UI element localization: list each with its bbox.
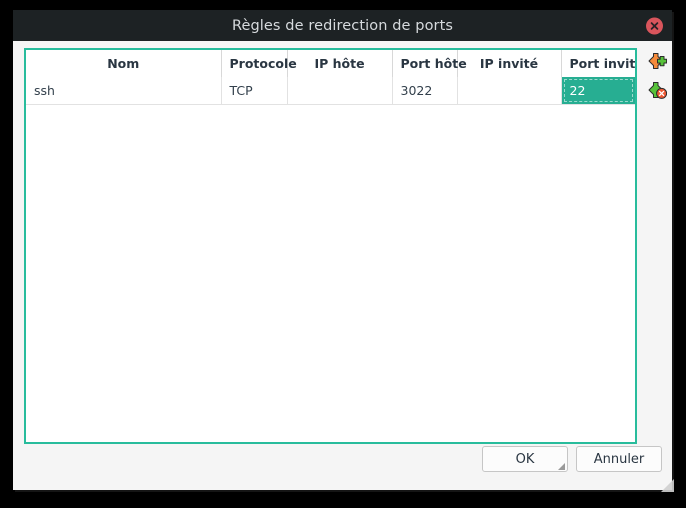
close-icon [649,20,660,31]
cell-ip-hote[interactable] [287,77,393,105]
column-header-protocole[interactable]: Protocole [221,50,297,77]
add-rule-button[interactable] [646,50,668,72]
window-title: Règles de redirection de ports [231,17,454,34]
remove-rule-icon [647,80,667,100]
rules-table-container[interactable]: Nom Protocole IP hôte Port hôte IP invit… [24,48,637,444]
rules-table: Nom Protocole IP hôte Port hôte IP invit… [26,50,635,105]
dialog-body: Nom Protocole IP hôte Port hôte IP invit… [13,41,674,492]
table-row[interactable]: ssh TCP 3022 22 [26,77,635,105]
add-rule-icon [647,51,667,71]
resize-grip-icon [558,463,565,470]
table-header-row: Nom Protocole IP hôte Port hôte IP invit… [26,50,635,77]
remove-rule-button[interactable] [646,79,668,101]
column-header-nom[interactable]: Nom [26,50,222,77]
cell-port-hote[interactable]: 3022 [392,77,458,105]
rule-tools [644,50,670,101]
column-header-ip-invite[interactable]: IP invité [457,50,562,77]
ok-button[interactable]: OK [482,446,568,472]
cancel-button-label: Annuler [593,451,645,467]
column-header-port-hote[interactable]: Port hôte [392,50,467,77]
cell-nom[interactable]: ssh [26,77,222,105]
cell-protocole[interactable]: TCP [221,77,288,105]
cancel-button[interactable]: Annuler [576,446,662,472]
title-bar: Règles de redirection de ports [13,10,672,41]
port-forwarding-dialog: Règles de redirection de ports Nom Proto… [13,10,674,492]
window-resize-corner[interactable] [661,479,674,492]
cell-ip-invite[interactable] [457,77,562,105]
ok-button-label: OK [515,451,535,467]
column-header-port-invite[interactable]: Port invité [561,50,635,77]
close-button[interactable] [646,17,663,34]
cell-port-invite[interactable]: 22 [561,77,635,105]
dialog-footer: OK Annuler [13,432,672,490]
column-header-ip-hote[interactable]: IP hôte [287,50,393,77]
